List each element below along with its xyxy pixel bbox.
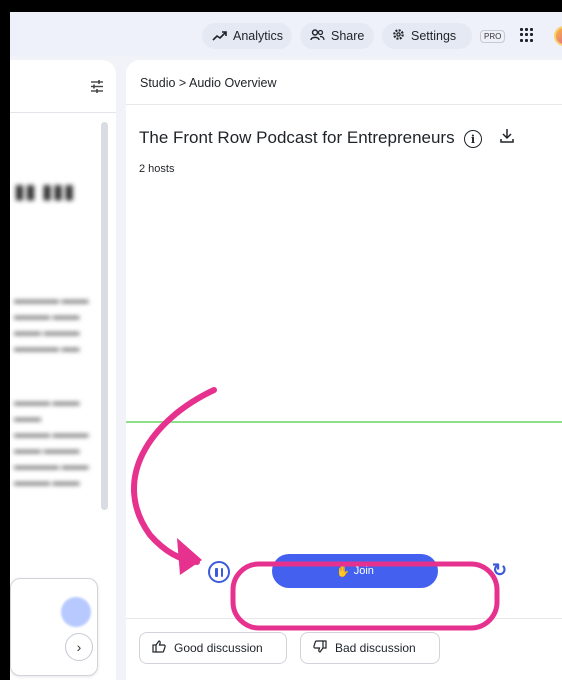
breadcrumb: Studio > Audio Overview (140, 76, 277, 90)
analytics-label: Analytics (233, 29, 284, 43)
thumbs-up-icon (152, 640, 166, 656)
download-icon[interactable] (500, 128, 514, 148)
hosts-label: 2 hosts (139, 163, 175, 175)
info-icon[interactable]: i (464, 130, 482, 148)
thumbs-down-icon (313, 640, 327, 656)
tune-icon[interactable] (90, 80, 104, 96)
audio-waveform[interactable] (126, 421, 562, 423)
pro-badge: PRO (480, 30, 506, 43)
top-bar: Analytics Share Settings PRO (10, 12, 562, 56)
pause-button[interactable] (208, 561, 230, 583)
podcast-title: The Front Row Podcast for Entrepreneurs (139, 128, 455, 147)
refresh-icon[interactable]: ↻ (492, 560, 507, 581)
join-label: Join (353, 565, 374, 577)
analytics-button[interactable]: Analytics (202, 23, 292, 49)
trending-up-icon (212, 29, 227, 44)
next-button[interactable]: › (65, 633, 93, 661)
hand-icon: ✋ (336, 565, 350, 578)
scrollbar[interactable] (101, 122, 108, 510)
gear-icon (392, 28, 405, 44)
join-button[interactable]: ✋ Join (272, 554, 438, 588)
settings-button[interactable]: Settings (382, 23, 472, 49)
app-frame: Analytics Share Settings PRO ▮▮ ▮▮▮ ▬▬▬▬… (10, 12, 562, 680)
bad-discussion-label: Bad discussion (335, 641, 416, 655)
share-button[interactable]: Share (300, 23, 374, 49)
good-discussion-label: Good discussion (174, 641, 263, 655)
avatar[interactable] (554, 26, 562, 46)
bad-discussion-button[interactable]: Bad discussion (300, 632, 440, 664)
pause-bar (215, 567, 218, 577)
send-button[interactable] (61, 597, 91, 627)
apps-grid-icon[interactable] (520, 28, 534, 42)
panel-divider (10, 112, 116, 113)
pause-bar (220, 567, 223, 577)
panel-divider (126, 104, 562, 105)
settings-label: Settings (411, 29, 457, 43)
panel-divider (126, 618, 562, 619)
share-label: Share (331, 29, 365, 43)
chat-input-box[interactable]: › (10, 578, 98, 676)
sources-panel: ▮▮ ▮▮▮ ▬▬▬▬▬ ▬▬▬ ▬▬▬▬ ▬▬▬ ▬▬▬ ▬▬▬▬ ▬▬▬▬▬ ▬▬… (10, 60, 116, 680)
blurred-text: ▬▬▬▬▬ ▬▬▬ ▬▬▬▬ ▬▬▬ ▬▬▬ ▬▬▬▬ ▬▬▬▬▬ ▬▬ (14, 295, 89, 353)
chevron-right-icon: › (76, 639, 82, 655)
good-discussion-button[interactable]: Good discussion (139, 632, 287, 664)
blurred-text: ▬▬▬▬ ▬▬▬ ▬▬▬ ▬▬▬▬ ▬▬▬▬ ▬▬▬ ▬▬▬▬ ▬▬▬▬▬ ▬▬▬ ▬▬▬… (14, 397, 89, 487)
people-icon (310, 28, 325, 44)
blurred-heading: ▮▮ ▮▮▮ (14, 181, 75, 203)
studio-panel: Studio > Audio Overview The Front Row Po… (126, 60, 562, 680)
